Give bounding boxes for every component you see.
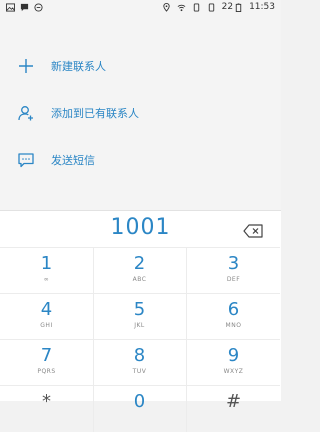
key-9[interactable]: 9 WXYZ bbox=[187, 339, 280, 386]
battery-icon bbox=[234, 2, 243, 12]
plus-icon bbox=[17, 57, 35, 75]
key-2[interactable]: 2 ABC bbox=[93, 247, 187, 294]
add-to-existing-contact-label: 添加到已有联系人 bbox=[51, 107, 139, 120]
key-letters: TUV bbox=[132, 368, 147, 375]
key-digit: * bbox=[42, 391, 51, 412]
key-0[interactable]: 0 bbox=[93, 385, 187, 432]
key-digit: 9 bbox=[227, 345, 240, 366]
key-digit: 5 bbox=[133, 299, 146, 320]
message-notification-icon bbox=[20, 3, 29, 12]
key-digit: 0 bbox=[133, 391, 146, 412]
status-bar: 22 11:53 bbox=[0, 0, 281, 18]
key-digit: 4 bbox=[40, 299, 53, 320]
image-icon bbox=[6, 3, 15, 12]
key-letters: WXYZ bbox=[223, 368, 244, 375]
new-contact-label: 新建联系人 bbox=[51, 60, 106, 73]
sim-icon bbox=[192, 2, 201, 12]
sim2-icon bbox=[207, 2, 216, 12]
key-star[interactable]: * bbox=[0, 385, 94, 432]
key-digit: 2 bbox=[133, 253, 146, 274]
location-icon bbox=[162, 2, 171, 12]
key-letters: DEF bbox=[226, 276, 241, 283]
action-list: 新建联系人 添加到已有联系人 发送短信 bbox=[0, 18, 281, 210]
dial-pad: 1001 1 ∞ 2 ABC 3 DEF 4 GHI 5 JKL 6 MNO 7… bbox=[0, 210, 281, 432]
add-to-existing-contact-button[interactable]: 添加到已有联系人 bbox=[0, 93, 281, 133]
voicemail-icon: ∞ bbox=[43, 276, 50, 283]
send-sms-button[interactable]: 发送短信 bbox=[0, 140, 281, 180]
key-letters: MNO bbox=[225, 322, 242, 329]
key-hash[interactable]: # bbox=[187, 385, 280, 432]
key-letters: JKL bbox=[134, 322, 145, 329]
dialed-number: 1001 bbox=[110, 215, 171, 240]
key-4[interactable]: 4 GHI bbox=[0, 293, 94, 340]
key-7[interactable]: 7 PQRS bbox=[0, 339, 94, 386]
key-8[interactable]: 8 TUV bbox=[93, 339, 187, 386]
new-contact-button[interactable]: 新建联系人 bbox=[0, 46, 281, 86]
key-3[interactable]: 3 DEF bbox=[187, 247, 280, 294]
send-sms-label: 发送短信 bbox=[51, 154, 95, 167]
key-digit: 8 bbox=[133, 345, 146, 366]
key-digit: 1 bbox=[40, 253, 53, 274]
key-1[interactable]: 1 ∞ bbox=[0, 247, 94, 294]
key-digit: 6 bbox=[227, 299, 240, 320]
wifi-icon bbox=[177, 3, 186, 12]
key-letters: GHI bbox=[40, 322, 53, 329]
backspace-icon[interactable] bbox=[243, 223, 263, 238]
key-6[interactable]: 6 MNO bbox=[187, 293, 280, 340]
key-digit: # bbox=[225, 391, 242, 412]
key-digit: 3 bbox=[227, 253, 240, 274]
key-letters: PQRS bbox=[37, 368, 56, 375]
add-contact-icon bbox=[17, 104, 35, 122]
clock: 11:53 bbox=[249, 2, 275, 12]
message-icon bbox=[17, 151, 35, 169]
keypad: 1 ∞ 2 ABC 3 DEF 4 GHI 5 JKL 6 MNO 7 PQRS… bbox=[0, 247, 281, 432]
circle-icon bbox=[34, 3, 43, 12]
key-5[interactable]: 5 JKL bbox=[93, 293, 187, 340]
key-letters: ABC bbox=[132, 276, 147, 283]
key-digit: 7 bbox=[40, 345, 53, 366]
number-display: 1001 bbox=[0, 211, 281, 247]
battery-level: 22 bbox=[221, 2, 234, 12]
